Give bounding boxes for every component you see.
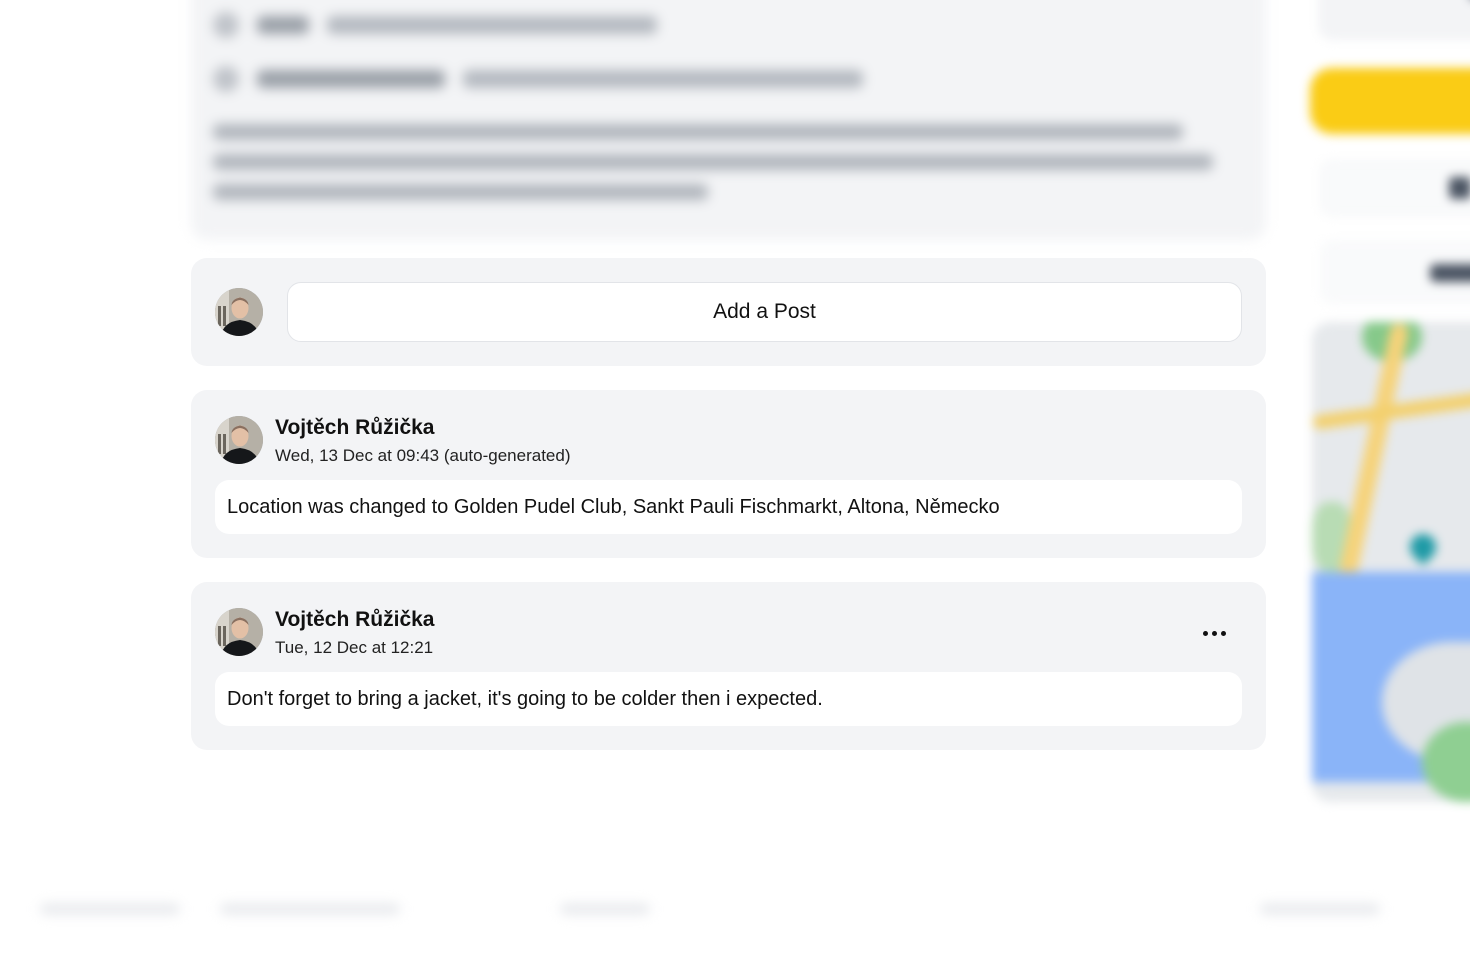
- right-sidebar-blurred: [1310, 0, 1470, 820]
- current-user-avatar: [215, 288, 263, 336]
- post-card: Vojtěch Růžička Wed, 13 Dec at 09:43 (au…: [191, 390, 1266, 558]
- post-body: Don't forget to bring a jacket, it's goi…: [215, 672, 1242, 726]
- calendar-icon: [213, 12, 239, 38]
- event-details-card-blurred: [191, 0, 1266, 240]
- user-avatar-photo: [215, 288, 263, 336]
- post-composer: Add a Post: [191, 258, 1266, 366]
- more-horizontal-icon: [1202, 630, 1208, 636]
- sidebar-section-card: [1320, 240, 1470, 304]
- user-avatar-photo: [215, 608, 263, 656]
- author-avatar[interactable]: [215, 416, 263, 464]
- user-avatar-photo: [215, 416, 263, 464]
- post-timestamp: Wed, 13 Dec at 09:43 (auto-generated): [275, 446, 571, 465]
- add-post-button[interactable]: Add a Post: [287, 282, 1242, 342]
- sidebar-top-card: [1318, 0, 1470, 40]
- post-author-name[interactable]: Vojtěch Růžička: [275, 608, 435, 632]
- event-location-row: [213, 66, 863, 92]
- post-card: Vojtěch Růžička Tue, 12 Dec at 12:21 Don…: [191, 582, 1266, 750]
- post-menu-button[interactable]: [1198, 620, 1230, 646]
- map-pin-icon: [1404, 528, 1442, 566]
- share-icon: [1449, 177, 1470, 199]
- footer-blurred: [0, 890, 1470, 930]
- share-card[interactable]: [1320, 160, 1470, 216]
- post-timestamp: Tue, 12 Dec at 12:21: [275, 638, 434, 657]
- event-date-row: [213, 12, 657, 38]
- event-description-blurred: [213, 124, 1223, 214]
- location-map[interactable]: [1312, 322, 1470, 802]
- post-body: Location was changed to Golden Pudel Clu…: [215, 480, 1242, 534]
- author-avatar[interactable]: [215, 608, 263, 656]
- location-pin-icon: [213, 66, 239, 92]
- post-author-name[interactable]: Vojtěch Růžička: [275, 416, 435, 440]
- join-event-button[interactable]: [1310, 68, 1470, 134]
